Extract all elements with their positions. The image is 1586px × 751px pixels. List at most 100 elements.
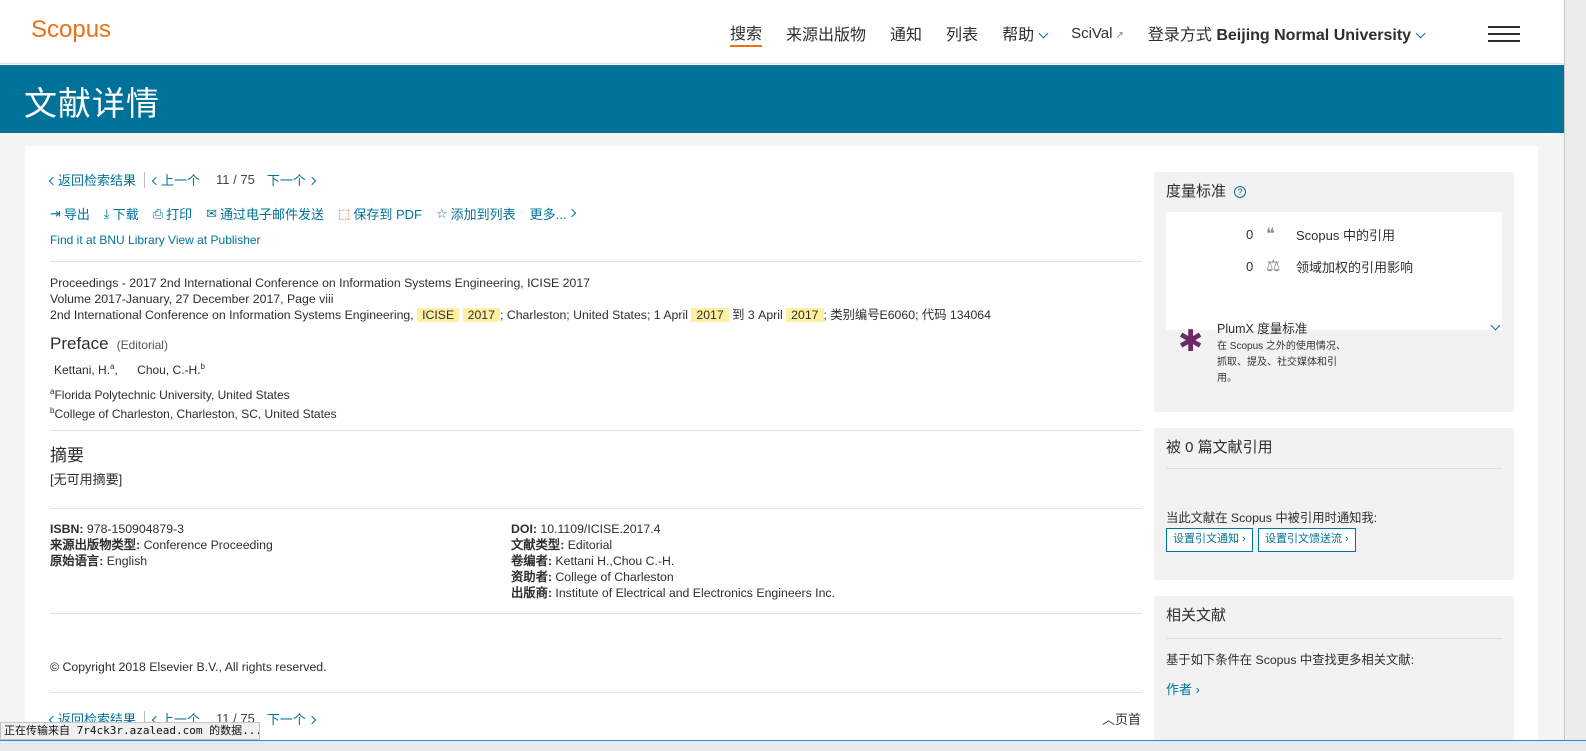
print-button[interactable]: ⎙ 打印 [153, 204, 192, 223]
related-by-author-link[interactable]: 作者 › [1166, 679, 1200, 698]
related-title: 相关文献 [1166, 607, 1227, 624]
copyright-text: Copyright 2018 Elsevier B.V., All rights… [62, 660, 327, 674]
meta-sponsor: 资助者: College of Charleston [511, 569, 835, 585]
meta-label: 出版商: [511, 586, 552, 600]
back-to-results-link[interactable]: 返回检索结果 [48, 170, 136, 189]
meta-language: 原始语言: English [50, 553, 273, 569]
scopus-citation-count: 0 [1246, 226, 1254, 242]
login-institution-menu[interactable]: 登录方式 Beijing Normal University [1147, 21, 1426, 45]
meta-publisher: 出版商: Institute of Electrical and Electro… [511, 585, 835, 601]
position-total: 75 [240, 172, 255, 187]
chevron-left-icon [48, 176, 58, 186]
download-button[interactable]: ⤓ 下载 [104, 204, 139, 223]
document-actions: ⇥ 导出 ⤓ 下载 ⎙ 打印 ✉ 通过电子邮件发送 ⬚ 保存到 PDF ☆ 添加到列表 更多… [50, 204, 589, 223]
next-document-link[interactable]: 下一个 [266, 709, 317, 728]
chevron-down-icon [1415, 28, 1426, 39]
meta-value: English [106, 554, 148, 568]
help-icon[interactable]: ? [1234, 186, 1247, 199]
plumx-title[interactable]: PlumX 度量标准 [1217, 318, 1307, 337]
nav-help-label: 帮助 [1002, 27, 1035, 44]
chevron-right-icon [307, 176, 317, 186]
export-button[interactable]: ⇥ 导出 [50, 204, 90, 223]
add-to-list-button[interactable]: ☆ 添加到列表 [436, 204, 516, 223]
meta-label: ISBN: [50, 522, 84, 536]
highlight-term: ICISE [417, 308, 460, 322]
meta-value[interactable]: 10.1109/ICISE.2017.4 [540, 522, 660, 536]
meta-value: Institute of Electrical and Electronics … [555, 586, 835, 600]
hamburger-menu-icon[interactable] [1488, 26, 1520, 42]
nav-search[interactable]: 搜索 [730, 20, 763, 47]
source-title[interactable]: Proceedings - 2017 2nd International Con… [50, 275, 991, 291]
save-pdf-button[interactable]: ⬚ 保存到 PDF [338, 204, 422, 223]
more-label: 更多... [529, 207, 567, 222]
chevron-left-icon [151, 176, 161, 186]
email-button[interactable]: ✉ 通过电子邮件发送 [206, 204, 324, 223]
set-citation-feed-button[interactable]: 设置引文馈送流 › [1258, 528, 1356, 552]
export-label: 导出 [63, 207, 90, 222]
author-link[interactable]: Kettani, H.a, [54, 362, 118, 377]
conference-name: 2nd International Conference on Informat… [50, 308, 418, 322]
set-citation-alert-button[interactable]: 设置引文通知 › [1166, 528, 1253, 552]
position-current: 11 [216, 172, 230, 187]
fwci-metric[interactable]: 0 ⚖ 领域加权的引用影响 [1246, 256, 1413, 276]
meta-label: 卷编者: [511, 554, 552, 568]
nav-alerts[interactable]: 通知 [890, 21, 922, 45]
metadata-right: DOI: 10.1109/ICISE.2017.4 文献类型: Editoria… [511, 521, 835, 601]
next-document-link[interactable]: 下一个 [267, 170, 317, 189]
fwci-label: 领域加权的引用影响 [1296, 259, 1414, 275]
divider [144, 171, 146, 188]
divider [50, 261, 1142, 262]
download-icon: ⤓ [103, 205, 110, 221]
pdf-icon: ⬚ [338, 205, 351, 221]
related-description: 基于如下条件在 Scopus 中查找更多相关文献: [1166, 653, 1415, 667]
position-slash: / [233, 172, 237, 187]
login-org: Beijing Normal University [1216, 27, 1412, 44]
citation-alert-text: 当此文献在 Scopus 中被引用时通知我: [1166, 511, 1378, 525]
quote-icon: ❝ [1266, 226, 1275, 243]
view-at-publisher-link[interactable]: View at Publisher [168, 233, 261, 247]
email-icon: ✉ [206, 205, 218, 221]
print-label: 打印 [166, 207, 193, 222]
find-at-library-link[interactable]: Find it at BNU Library [50, 233, 165, 247]
more-button[interactable]: 更多... [529, 204, 577, 223]
meta-value: Kettani H.,Chou C.-H. [555, 554, 675, 568]
divider [1166, 468, 1502, 469]
conference-code: ; 类别编号E6060; 代码 134064 [823, 308, 991, 322]
chevron-right-icon [307, 715, 317, 725]
next-label: 下一个 [266, 712, 306, 727]
meta-editors: 卷编者: Kettani H.,Chou C.-H. [511, 553, 835, 569]
metrics-panel: 度量标准? 0 ❝ Scopus 中的引用 0 ⚖ 领域加权的引用影响 ✱ Pl… [1154, 172, 1514, 412]
main-nav: 搜索 来源出版物 通知 列表 帮助 SciVal ↗ 登录方式 Beijing N… [730, 20, 1566, 47]
full-text-links: Find it at BNU Library View at Publisher [50, 233, 261, 247]
scopus-logo[interactable]: Scopus [31, 16, 111, 44]
conference-date-to: 到 3 April [728, 308, 787, 322]
chevron-up-icon: ︿ [1102, 712, 1116, 727]
abstract-heading: 摘要 [50, 446, 84, 465]
affiliation-list: aFlorida Polytechnic University, United … [50, 384, 337, 422]
window-scrollbar[interactable] [1564, 0, 1586, 751]
abstract-text: [无可用摘要] [50, 472, 123, 487]
author-name: Kettani, H. [54, 363, 111, 377]
affiliation-item: aFlorida Polytechnic University, United … [50, 384, 337, 403]
export-icon: ⇥ [50, 205, 61, 221]
previous-document-link[interactable]: 上一个 [151, 170, 200, 189]
nav-lists[interactable]: 列表 [946, 21, 978, 45]
nav-sources[interactable]: 来源出版物 [786, 21, 866, 45]
add-to-list-label: 添加到列表 [450, 207, 516, 222]
window-bottom-bar [0, 740, 1586, 751]
nav-scival[interactable]: SciVal ↗ [1071, 25, 1124, 42]
scival-label: SciVal [1071, 24, 1113, 42]
back-to-top-link[interactable]: ︿页首 [1102, 709, 1141, 728]
meta-label: 资助者: [511, 570, 552, 584]
login-prefix: 登录方式 [1147, 27, 1212, 44]
author-affil-sup: b [200, 362, 205, 371]
affil-text: College of Charleston, Charleston, SC, U… [54, 407, 337, 421]
author-link[interactable]: Chou, C.-H.b [137, 362, 205, 377]
divider [50, 430, 1142, 431]
meta-doi: DOI: 10.1109/ICISE.2017.4 [511, 521, 835, 537]
nav-help[interactable]: 帮助 [1002, 21, 1049, 45]
divider [1166, 638, 1502, 639]
document-navigation: 返回检索结果 上一个 11 / 75 下一个 [48, 170, 317, 189]
meta-label: 来源出版物类型: [50, 538, 141, 552]
scopus-citations-metric[interactable]: 0 ❝ Scopus 中的引用 [1246, 224, 1395, 244]
